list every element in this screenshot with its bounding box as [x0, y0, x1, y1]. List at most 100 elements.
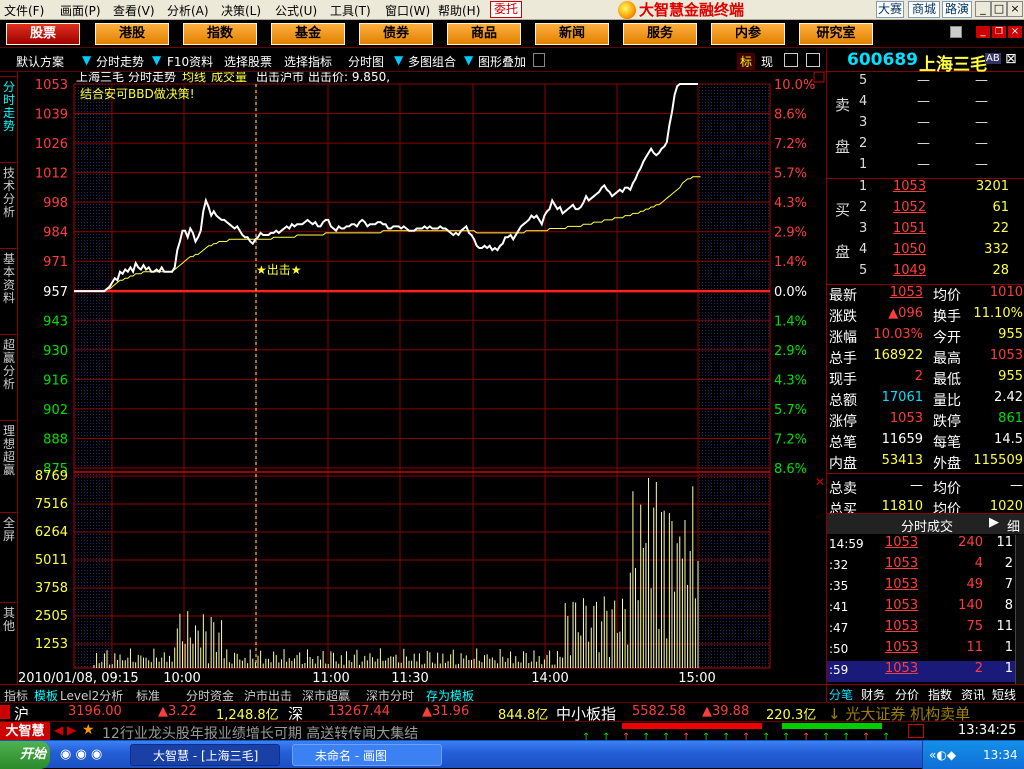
menu-item[interactable]: 查看(V) — [113, 2, 155, 19]
toolbar-item[interactable]: 图形叠加 — [478, 53, 526, 70]
volume-tick: 2505 — [35, 609, 68, 624]
toolbar-item[interactable]: 多图组合 — [408, 53, 456, 70]
dropdown-arrow-icon[interactable]: ▼ — [394, 53, 403, 67]
brand-logo-icon — [618, 1, 636, 19]
ticker-nav-icon[interactable]: ◀ ▶ — [54, 723, 76, 737]
chart-toolbar: 默认方案 分时走势 F10资料 选择股票 选择指标 分时图 多图组合 图形叠加 ▼ ▼ ▼ ▼ 标现 — [0, 49, 826, 72]
window-control-button[interactable]: × — [1007, 1, 1023, 17]
index-sme-value: 5582.58 — [632, 704, 686, 719]
nav-tab[interactable]: 指数 — [183, 23, 257, 45]
top-button[interactable]: 大赛 — [876, 1, 904, 18]
price-line — [94, 83, 698, 293]
right-tab[interactable]: 财务 — [861, 686, 885, 703]
nav-tab[interactable]: 基金 — [271, 23, 345, 45]
box-icon[interactable]: ⊠ — [1005, 51, 1017, 67]
quote-value: 955 — [998, 327, 1023, 342]
quote-value: 1010 — [989, 285, 1023, 300]
toolbar-item[interactable]: 分时走势 — [96, 53, 144, 70]
restore-icon[interactable]: ❐ — [992, 26, 1006, 38]
toolbar-item[interactable]: F10资料 — [167, 53, 213, 70]
sell-row: 3 — — — [827, 115, 1024, 136]
nav-tab[interactable]: 商品 — [447, 23, 521, 45]
dropdown-arrow-icon[interactable]: ▼ — [152, 53, 161, 67]
tick-row: :32 1053 4 2 — [827, 556, 1024, 577]
ticks-scrollbar[interactable] — [1015, 535, 1024, 685]
level: 3 — [859, 115, 868, 130]
menu-item[interactable]: 公式(U) — [275, 2, 317, 19]
toolbar-now[interactable]: 现 — [761, 53, 773, 70]
quote-panel: 600689 上海三毛 AB ⊠ 卖盘 5— —4— —3— —2— —1— — 买盘 1 1053 320… — [815, 49, 1024, 703]
right-tab[interactable]: 资讯 — [961, 686, 985, 703]
quote-row: 总笔 11659 每笔 14.5 — [827, 432, 1024, 453]
toolbar-item[interactable]: 分时图 — [348, 53, 384, 70]
vertical-tab[interactable]: 理想超赢 — [0, 420, 18, 510]
expand-icon[interactable]: ✕ — [815, 475, 825, 489]
start-button[interactable]: 开始 — [0, 741, 50, 769]
menu-item[interactable]: 窗口(W) — [385, 2, 430, 19]
vertical-tab[interactable]: 基本资料 — [0, 248, 18, 332]
toolbar-mark[interactable]: 标 — [737, 53, 756, 70]
nav-tab[interactable]: 港股 — [95, 23, 169, 45]
tick-count: 11 — [996, 535, 1013, 550]
quote-value: ▲096 — [888, 306, 923, 321]
workarea-menu-icon[interactable] — [950, 26, 962, 38]
quote-label: 跌停 — [933, 414, 961, 430]
menu-item[interactable]: 分析(A) — [167, 2, 209, 19]
vertical-tab[interactable]: 超赢分析 — [0, 334, 18, 418]
window-control-button[interactable]: □ — [991, 1, 1007, 17]
top-button[interactable]: 商城 — [908, 1, 940, 18]
nav-tab[interactable]: 研究室 — [799, 23, 873, 45]
right-tab[interactable]: 指数 — [928, 686, 952, 703]
price-tick: 1039 — [35, 108, 68, 123]
right-tab[interactable]: 分价 — [895, 686, 919, 703]
dropdown-arrow-icon[interactable]: ▼ — [464, 53, 473, 67]
chart-icon[interactable] — [908, 724, 924, 738]
nav-tab[interactable]: 股票 — [6, 23, 80, 45]
weituo-button[interactable]: 委托 — [490, 1, 522, 18]
right-tab[interactable]: 短线 — [992, 686, 1016, 703]
close-chart-icon[interactable] — [806, 53, 820, 67]
toolbar-item[interactable]: 选择指标 — [284, 53, 332, 70]
price-tick: 930 — [43, 344, 68, 359]
menu-item[interactable]: 画面(P) — [60, 2, 101, 19]
menu-item[interactable]: 帮助(H) — [438, 2, 480, 19]
intraday-chart[interactable]: 1053 1039 1026 1012 998 984 971 957 943 930 916 902… — [18, 69, 826, 686]
volume: 61 — [992, 200, 1009, 215]
toolbar-item[interactable]: 默认方案 — [16, 53, 64, 70]
ticks-more[interactable]: 细 — [1007, 516, 1020, 535]
task-button[interactable]: 大智慧 - [上海三毛] — [130, 744, 280, 766]
star-icon: ★ — [82, 722, 95, 738]
menu-item[interactable]: 工具(T) — [330, 2, 371, 19]
ab-icon[interactable]: AB — [985, 53, 1001, 64]
chart-svg[interactable]: 1053 1039 1026 1012 998 984 971 957 943 930 916 902… — [18, 69, 826, 686]
ticks-title: 分时成交 — [901, 520, 954, 535]
task-button[interactable]: 未命名 - 画图 — [292, 744, 442, 766]
quicklaunch-icons[interactable]: ◉ ◉ ◉ — [60, 747, 102, 762]
ticks-arrow-icon[interactable]: ▶ — [989, 515, 999, 530]
dropdown-arrow-icon[interactable]: ▼ — [82, 53, 91, 67]
window-icon[interactable] — [784, 53, 798, 67]
nav-tab[interactable]: 债券 — [359, 23, 433, 45]
vertical-tab[interactable]: 技术分析 — [0, 162, 18, 246]
price-tick: 957 — [43, 285, 68, 300]
tick-price: 1053 — [885, 640, 919, 655]
toolbar-item[interactable]: 选择股票 — [224, 53, 272, 70]
nav-tab[interactable]: 内参 — [711, 23, 785, 45]
nav-tab[interactable]: 新闻 — [535, 23, 609, 45]
nav-tab[interactable]: 服务 — [623, 23, 697, 45]
window-control-button[interactable]: _ — [975, 1, 991, 17]
vertical-tab[interactable]: 其他 — [0, 602, 18, 684]
lock-icon[interactable] — [533, 53, 545, 67]
tray-icons: «◐◆ — [929, 748, 957, 762]
vertical-tab[interactable]: 全屏 — [0, 512, 18, 600]
top-button[interactable]: 路演 — [942, 1, 972, 18]
minimize-icon[interactable]: _ — [976, 26, 990, 38]
vertical-tab[interactable]: 分时走势 — [0, 76, 18, 160]
close-icon[interactable]: × — [1008, 26, 1022, 38]
menu-item[interactable]: 文件(F) — [4, 2, 44, 19]
menu-item[interactable]: 决策(L) — [221, 2, 261, 19]
tick-volume: 140 — [958, 598, 983, 613]
quote-label: 总额 — [829, 393, 857, 409]
right-tab[interactable]: 分笔 — [829, 686, 853, 703]
chart-signal: ★出击★ — [256, 263, 302, 277]
